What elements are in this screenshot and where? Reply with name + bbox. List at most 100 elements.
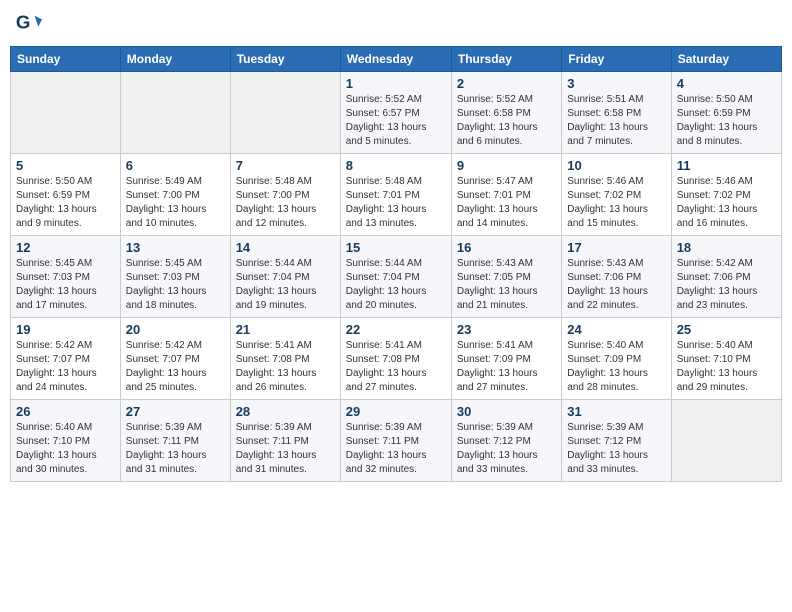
day-info: Sunrise: 5:47 AM Sunset: 7:01 PM Dayligh…	[457, 175, 556, 231]
day-info: Sunrise: 5:40 AM Sunset: 7:10 PM Dayligh…	[16, 421, 115, 477]
day-info: Sunrise: 5:43 AM Sunset: 7:05 PM Dayligh…	[457, 257, 556, 313]
day-number: 1	[346, 76, 446, 91]
week-row-5: 26 Sunrise: 5:40 AM Sunset: 7:10 PM Dayli…	[11, 400, 782, 482]
day-info: Sunrise: 5:48 AM Sunset: 7:00 PM Dayligh…	[236, 175, 335, 231]
day-cell: 19 Sunrise: 5:42 AM Sunset: 7:07 PM Dayli…	[11, 318, 121, 400]
day-info: Sunrise: 5:45 AM Sunset: 7:03 PM Dayligh…	[16, 257, 115, 313]
day-number: 23	[457, 322, 556, 337]
day-number: 10	[567, 158, 665, 173]
header-sunday: Sunday	[11, 47, 121, 72]
day-number: 30	[457, 404, 556, 419]
day-cell: 31 Sunrise: 5:39 AM Sunset: 7:12 PM Dayli…	[562, 400, 671, 482]
calendar-table: SundayMondayTuesdayWednesdayThursdayFrid…	[10, 46, 782, 482]
day-number: 26	[16, 404, 115, 419]
day-cell: 18 Sunrise: 5:42 AM Sunset: 7:06 PM Dayli…	[671, 236, 781, 318]
day-number: 17	[567, 240, 665, 255]
day-cell: 9 Sunrise: 5:47 AM Sunset: 7:01 PM Daylig…	[451, 154, 561, 236]
day-number: 25	[677, 322, 776, 337]
day-info: Sunrise: 5:44 AM Sunset: 7:04 PM Dayligh…	[346, 257, 446, 313]
day-info: Sunrise: 5:48 AM Sunset: 7:01 PM Dayligh…	[346, 175, 446, 231]
week-row-2: 5 Sunrise: 5:50 AM Sunset: 6:59 PM Daylig…	[11, 154, 782, 236]
day-info: Sunrise: 5:46 AM Sunset: 7:02 PM Dayligh…	[677, 175, 776, 231]
day-info: Sunrise: 5:42 AM Sunset: 7:07 PM Dayligh…	[16, 339, 115, 395]
day-cell: 8 Sunrise: 5:48 AM Sunset: 7:01 PM Daylig…	[340, 154, 451, 236]
day-info: Sunrise: 5:39 AM Sunset: 7:12 PM Dayligh…	[567, 421, 665, 477]
day-cell: 16 Sunrise: 5:43 AM Sunset: 7:05 PM Dayli…	[451, 236, 561, 318]
day-info: Sunrise: 5:46 AM Sunset: 7:02 PM Dayligh…	[567, 175, 665, 231]
svg-text:G: G	[16, 12, 31, 33]
day-number: 2	[457, 76, 556, 91]
day-cell	[230, 72, 340, 154]
day-number: 4	[677, 76, 776, 91]
day-number: 24	[567, 322, 665, 337]
day-info: Sunrise: 5:40 AM Sunset: 7:09 PM Dayligh…	[567, 339, 665, 395]
day-info: Sunrise: 5:52 AM Sunset: 6:58 PM Dayligh…	[457, 93, 556, 149]
day-info: Sunrise: 5:43 AM Sunset: 7:06 PM Dayligh…	[567, 257, 665, 313]
logo: G	[14, 10, 44, 38]
day-cell: 20 Sunrise: 5:42 AM Sunset: 7:07 PM Dayli…	[120, 318, 230, 400]
day-number: 31	[567, 404, 665, 419]
header-tuesday: Tuesday	[230, 47, 340, 72]
header-wednesday: Wednesday	[340, 47, 451, 72]
day-info: Sunrise: 5:41 AM Sunset: 7:09 PM Dayligh…	[457, 339, 556, 395]
week-row-3: 12Sunrise: 5:45 AM Sunset: 7:03 PM Dayli…	[11, 236, 782, 318]
day-info: Sunrise: 5:41 AM Sunset: 7:08 PM Dayligh…	[236, 339, 335, 395]
header-saturday: Saturday	[671, 47, 781, 72]
day-cell: 13Sunrise: 5:45 AM Sunset: 7:03 PM Dayli…	[120, 236, 230, 318]
day-info: Sunrise: 5:41 AM Sunset: 7:08 PM Dayligh…	[346, 339, 446, 395]
day-cell: 24 Sunrise: 5:40 AM Sunset: 7:09 PM Dayli…	[562, 318, 671, 400]
day-cell: 21Sunrise: 5:41 AM Sunset: 7:08 PM Dayli…	[230, 318, 340, 400]
day-info: Sunrise: 5:42 AM Sunset: 7:06 PM Dayligh…	[677, 257, 776, 313]
day-number: 9	[457, 158, 556, 173]
day-cell: 29Sunrise: 5:39 AM Sunset: 7:11 PM Dayli…	[340, 400, 451, 482]
day-cell: 10 Sunrise: 5:46 AM Sunset: 7:02 PM Dayli…	[562, 154, 671, 236]
week-row-1: 1 Sunrise: 5:52 AM Sunset: 6:57 PM Daylig…	[11, 72, 782, 154]
day-cell: 26 Sunrise: 5:40 AM Sunset: 7:10 PM Dayli…	[11, 400, 121, 482]
day-info: Sunrise: 5:51 AM Sunset: 6:58 PM Dayligh…	[567, 93, 665, 149]
day-cell: 2 Sunrise: 5:52 AM Sunset: 6:58 PM Daylig…	[451, 72, 561, 154]
day-cell: 22Sunrise: 5:41 AM Sunset: 7:08 PM Dayli…	[340, 318, 451, 400]
day-number: 27	[126, 404, 225, 419]
day-cell: 28Sunrise: 5:39 AM Sunset: 7:11 PM Dayli…	[230, 400, 340, 482]
day-number: 8	[346, 158, 446, 173]
day-number: 11	[677, 158, 776, 173]
day-cell	[11, 72, 121, 154]
day-cell: 12Sunrise: 5:45 AM Sunset: 7:03 PM Dayli…	[11, 236, 121, 318]
day-cell: 1 Sunrise: 5:52 AM Sunset: 6:57 PM Daylig…	[340, 72, 451, 154]
day-info: Sunrise: 5:39 AM Sunset: 7:11 PM Dayligh…	[126, 421, 225, 477]
day-info: Sunrise: 5:42 AM Sunset: 7:07 PM Dayligh…	[126, 339, 225, 395]
header-thursday: Thursday	[451, 47, 561, 72]
day-info: Sunrise: 5:44 AM Sunset: 7:04 PM Dayligh…	[236, 257, 335, 313]
day-cell: 3Sunrise: 5:51 AM Sunset: 6:58 PM Daylig…	[562, 72, 671, 154]
day-number: 18	[677, 240, 776, 255]
day-info: Sunrise: 5:49 AM Sunset: 7:00 PM Dayligh…	[126, 175, 225, 231]
calendar-header-row: SundayMondayTuesdayWednesdayThursdayFrid…	[11, 47, 782, 72]
day-cell: 5 Sunrise: 5:50 AM Sunset: 6:59 PM Daylig…	[11, 154, 121, 236]
day-cell	[120, 72, 230, 154]
day-number: 20	[126, 322, 225, 337]
day-number: 14	[236, 240, 335, 255]
day-cell: 6Sunrise: 5:49 AM Sunset: 7:00 PM Daylig…	[120, 154, 230, 236]
day-cell: 23 Sunrise: 5:41 AM Sunset: 7:09 PM Dayli…	[451, 318, 561, 400]
day-number: 7	[236, 158, 335, 173]
day-cell: 11 Sunrise: 5:46 AM Sunset: 7:02 PM Dayli…	[671, 154, 781, 236]
day-cell: 27 Sunrise: 5:39 AM Sunset: 7:11 PM Dayli…	[120, 400, 230, 482]
day-cell: 4 Sunrise: 5:50 AM Sunset: 6:59 PM Daylig…	[671, 72, 781, 154]
day-info: Sunrise: 5:50 AM Sunset: 6:59 PM Dayligh…	[16, 175, 115, 231]
day-info: Sunrise: 5:39 AM Sunset: 7:11 PM Dayligh…	[346, 421, 446, 477]
header-monday: Monday	[120, 47, 230, 72]
day-cell: 15Sunrise: 5:44 AM Sunset: 7:04 PM Dayli…	[340, 236, 451, 318]
day-cell: 30 Sunrise: 5:39 AM Sunset: 7:12 PM Dayli…	[451, 400, 561, 482]
week-row-4: 19 Sunrise: 5:42 AM Sunset: 7:07 PM Dayli…	[11, 318, 782, 400]
day-number: 19	[16, 322, 115, 337]
day-number: 16	[457, 240, 556, 255]
day-number: 28	[236, 404, 335, 419]
day-info: Sunrise: 5:40 AM Sunset: 7:10 PM Dayligh…	[677, 339, 776, 395]
day-cell: 25 Sunrise: 5:40 AM Sunset: 7:10 PM Dayli…	[671, 318, 781, 400]
day-cell: 7 Sunrise: 5:48 AM Sunset: 7:00 PM Daylig…	[230, 154, 340, 236]
day-cell: 17 Sunrise: 5:43 AM Sunset: 7:06 PM Dayli…	[562, 236, 671, 318]
day-info: Sunrise: 5:39 AM Sunset: 7:12 PM Dayligh…	[457, 421, 556, 477]
day-info: Sunrise: 5:50 AM Sunset: 6:59 PM Dayligh…	[677, 93, 776, 149]
day-number: 5	[16, 158, 115, 173]
day-info: Sunrise: 5:52 AM Sunset: 6:57 PM Dayligh…	[346, 93, 446, 149]
